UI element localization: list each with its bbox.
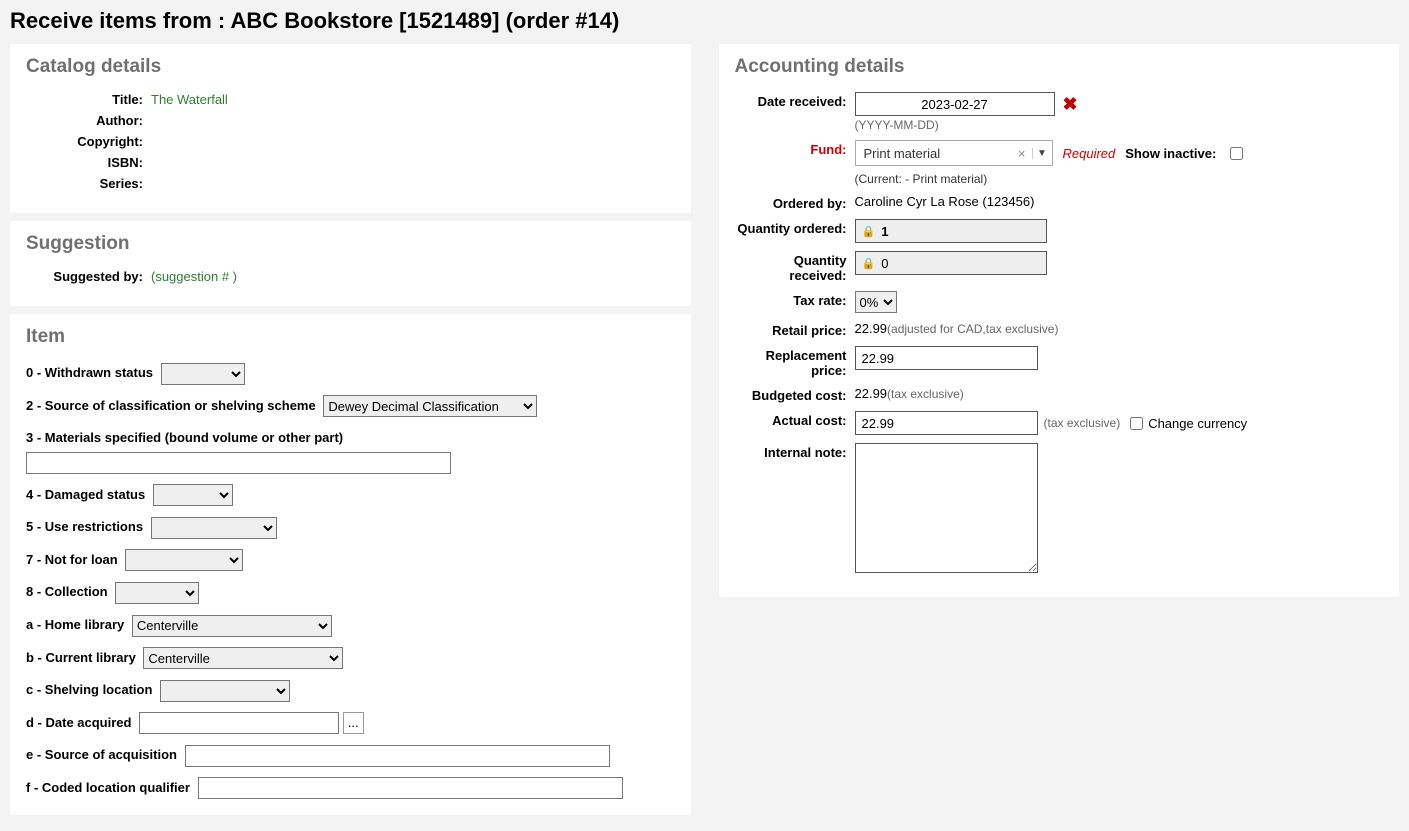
date-acquired-picker-button[interactable]: ...	[343, 712, 364, 734]
tax-rate-select[interactable]: 0%	[855, 291, 897, 313]
show-inactive-label: Show inactive:	[1125, 146, 1216, 161]
catalog-isbn-label: ISBN:	[26, 155, 151, 170]
qty-ordered-value: 1	[881, 224, 888, 239]
use-restrictions-select[interactable]	[151, 517, 277, 539]
fund-select-value: Print material	[856, 146, 1012, 161]
budgeted-cost-note: (tax exclusive)	[887, 387, 964, 401]
catalog-heading: Catalog details	[26, 56, 675, 78]
withdrawn-status-select[interactable]	[161, 363, 245, 385]
damaged-status-select[interactable]	[153, 484, 233, 506]
date-received-label: Date received:	[735, 92, 855, 109]
date-received-input[interactable]	[855, 92, 1055, 116]
qty-received-label: Quantity received:	[735, 251, 855, 283]
replacement-price-label: Replacement price:	[735, 346, 855, 378]
coded-location-label: f - Coded location qualifier	[26, 780, 190, 795]
shelving-location-label: c - Shelving location	[26, 682, 152, 697]
catalog-title-link[interactable]: The Waterfall	[151, 92, 228, 107]
damaged-status-label: 4 - Damaged status	[26, 487, 145, 502]
not-for-loan-select[interactable]	[125, 549, 243, 571]
qty-ordered-label: Quantity ordered:	[735, 219, 855, 236]
shelving-location-select[interactable]	[160, 680, 290, 702]
date-received-hint: (YYYY-MM-DD)	[855, 118, 1078, 132]
home-library-label: a - Home library	[26, 617, 124, 632]
date-acquired-label: d - Date acquired	[26, 715, 131, 730]
fund-current-hint: (Current: - Print material)	[855, 172, 1247, 186]
catalog-title-label: Title:	[26, 92, 151, 107]
date-acquired-input[interactable]	[139, 712, 339, 734]
accounting-heading: Accounting details	[735, 56, 1384, 78]
ordered-by-label: Ordered by:	[735, 194, 855, 211]
internal-note-label: Internal note:	[735, 443, 855, 460]
item-panel: Item 0 - Withdrawn status 2 - Source of …	[10, 314, 691, 815]
show-inactive-checkbox[interactable]	[1230, 147, 1243, 160]
actual-cost-label: Actual cost:	[735, 411, 855, 428]
page-title: Receive items from : ABC Bookstore [1521…	[10, 8, 1399, 34]
ordered-by-value: Caroline Cyr La Rose (123456)	[855, 194, 1035, 209]
lock-icon: 🔒	[862, 257, 876, 270]
fund-select[interactable]: Print material × ▼	[855, 140, 1053, 166]
replacement-price-input[interactable]	[855, 346, 1038, 370]
change-currency-label: Change currency	[1148, 416, 1247, 431]
coded-location-input[interactable]	[198, 777, 623, 799]
tax-rate-label: Tax rate:	[735, 291, 855, 308]
suggestion-by-label: Suggested by:	[26, 269, 151, 284]
clear-date-icon[interactable]: ✖	[1063, 95, 1078, 113]
collection-select[interactable]	[115, 582, 199, 604]
change-currency-checkbox[interactable]	[1130, 417, 1143, 430]
retail-price-value: 22.99	[855, 321, 888, 336]
item-heading: Item	[26, 326, 675, 348]
retail-price-note: (adjusted for CAD,tax exclusive)	[887, 322, 1058, 336]
catalog-copyright-label: Copyright:	[26, 134, 151, 149]
chevron-down-icon[interactable]: ▼	[1032, 148, 1052, 159]
use-restrictions-label: 5 - Use restrictions	[26, 519, 143, 534]
materials-specified-label: 3 - Materials specified (bound volume or…	[26, 427, 671, 449]
classification-source-label: 2 - Source of classification or shelving…	[26, 398, 316, 413]
source-acquisition-label: e - Source of acquisition	[26, 747, 177, 762]
suggestion-panel: Suggestion Suggested by: (suggestion # )	[10, 221, 691, 306]
budgeted-cost-label: Budgeted cost:	[735, 386, 855, 403]
actual-cost-input[interactable]	[855, 411, 1038, 435]
collection-label: 8 - Collection	[26, 584, 108, 599]
suggestion-heading: Suggestion	[26, 233, 675, 255]
retail-price-label: Retail price:	[735, 321, 855, 338]
qty-ordered-field: 🔒 1	[855, 219, 1047, 243]
actual-cost-note: (tax exclusive)	[1044, 416, 1121, 430]
catalog-series-label: Series:	[26, 176, 151, 191]
lock-icon: 🔒	[862, 225, 876, 238]
materials-specified-input[interactable]	[26, 452, 451, 474]
classification-source-select[interactable]: Dewey Decimal Classification	[323, 395, 537, 417]
withdrawn-status-label: 0 - Withdrawn status	[26, 365, 153, 380]
catalog-author-label: Author:	[26, 113, 151, 128]
suggestion-link[interactable]: (suggestion # )	[151, 269, 237, 284]
current-library-select[interactable]: Centerville	[143, 647, 343, 669]
qty-received-value: 0	[881, 256, 888, 271]
not-for-loan-label: 7 - Not for loan	[26, 552, 118, 567]
fund-label: Fund:	[735, 140, 855, 157]
qty-received-field: 🔒 0	[855, 251, 1047, 275]
budgeted-cost-value: 22.99	[855, 386, 888, 401]
current-library-label: b - Current library	[26, 650, 136, 665]
fund-clear-icon[interactable]: ×	[1012, 146, 1032, 161]
home-library-select[interactable]: Centerville	[132, 615, 332, 637]
catalog-panel: Catalog details Title: The Waterfall Aut…	[10, 44, 691, 213]
fund-required-tag: Required	[1063, 146, 1116, 161]
internal-note-textarea[interactable]	[855, 443, 1038, 573]
accounting-panel: Accounting details Date received: ✖ (YYY…	[719, 44, 1400, 597]
